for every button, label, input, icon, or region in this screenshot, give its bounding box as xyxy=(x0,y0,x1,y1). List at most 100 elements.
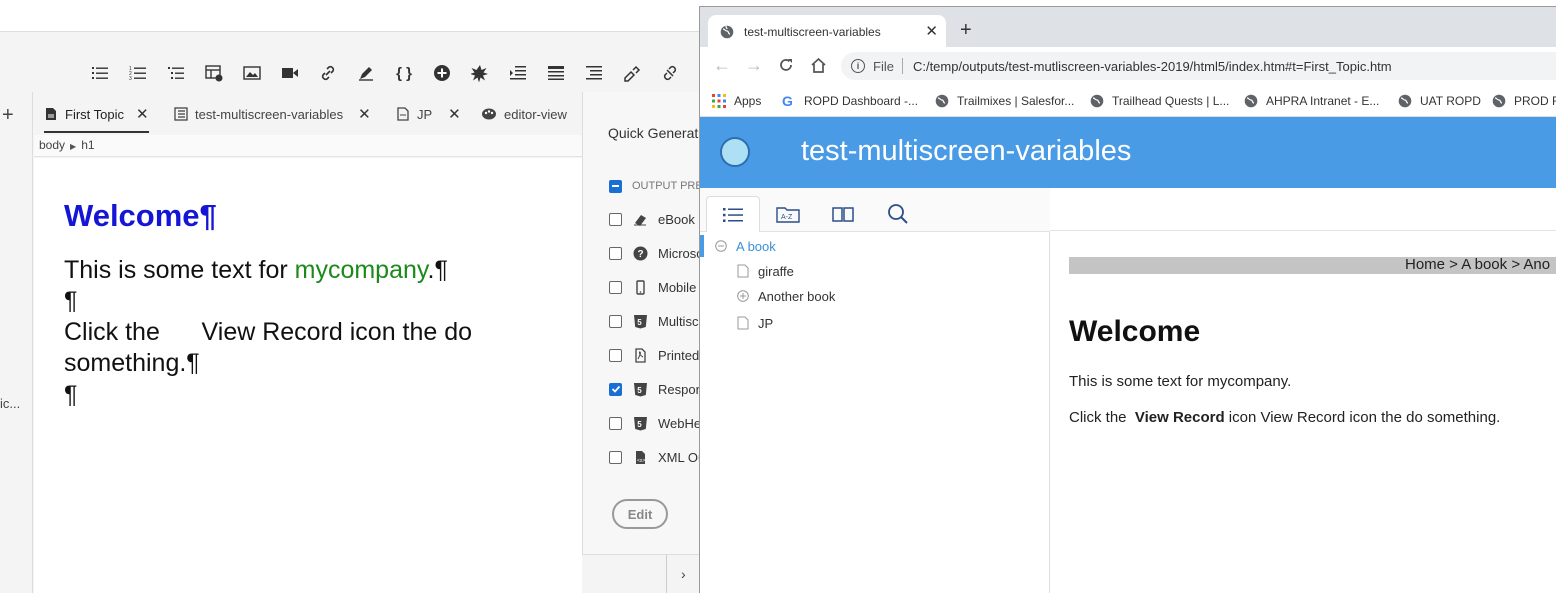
topic-paragraph-1: This is some text for mycompany. xyxy=(1069,373,1292,390)
doc-text: This is some text for xyxy=(64,256,295,284)
checkbox[interactable] xyxy=(609,450,622,464)
option-label: Respon xyxy=(658,381,703,397)
index-az-icon[interactable]: A-Z xyxy=(761,196,815,232)
checkbox[interactable] xyxy=(609,314,622,328)
checkbox[interactable] xyxy=(609,348,622,362)
bookmark-ropd-dashboard[interactable]: G ROPD Dashboard -... xyxy=(782,91,918,111)
close-icon[interactable]: ✕ xyxy=(358,105,371,123)
text-block-icon[interactable] xyxy=(545,62,567,84)
glossary-book-icon[interactable] xyxy=(816,196,870,232)
toc-item-a-book[interactable]: A book xyxy=(714,236,776,256)
select-all-checkbox[interactable] xyxy=(609,179,622,193)
search-icon[interactable] xyxy=(871,196,925,232)
globe-icon xyxy=(720,25,734,38)
new-tab-icon[interactable]: + xyxy=(960,19,972,42)
output-presets-header[interactable]: OUTPUT PRE xyxy=(609,176,703,196)
option-label: Microso xyxy=(658,245,704,261)
braces-icon[interactable]: { } xyxy=(393,62,415,84)
chevron-right-icon: ▶ xyxy=(70,142,77,151)
help-icon: ? xyxy=(632,245,648,261)
bookmark-trailhead-quests[interactable]: Trailhead Quests | L... xyxy=(1090,91,1229,111)
browser-tab[interactable]: test-multiscreen-variables ✕ xyxy=(708,15,946,48)
bookmark-trailmixes[interactable]: Trailmixes | Salesfor... xyxy=(935,91,1074,111)
tab-first-topic[interactable]: First Topic ✕ xyxy=(44,95,149,133)
checkbox-checked[interactable] xyxy=(609,382,622,396)
forward-icon[interactable]: → xyxy=(745,55,763,75)
image-icon[interactable] xyxy=(241,62,263,84)
bookmark-uat-ropd[interactable]: UAT ROPD xyxy=(1398,91,1481,111)
option-responsive[interactable]: 5 Respon xyxy=(609,379,703,399)
breadcrumb-body[interactable]: body xyxy=(39,138,65,152)
browser-tab-title: test-multiscreen-variables xyxy=(744,24,881,39)
nested-list-icon[interactable] xyxy=(165,62,187,84)
option-label: Multisc xyxy=(658,313,699,329)
breadcrumb-h1[interactable]: h1 xyxy=(81,138,94,152)
html5-icon: 5 xyxy=(632,381,648,397)
tab-editor-view[interactable]: editor-view xyxy=(481,95,567,133)
add-circle-icon[interactable] xyxy=(431,62,453,84)
bookmark-label: Apps xyxy=(734,94,762,108)
close-icon[interactable]: ✕ xyxy=(136,105,149,123)
toc-item-jp[interactable]: JP xyxy=(736,313,773,333)
toc-item-another-book[interactable]: Another book xyxy=(736,286,835,306)
doc-text: .¶ xyxy=(427,256,448,284)
home-icon[interactable] xyxy=(809,56,827,74)
svg-text:<x>: <x> xyxy=(637,458,645,464)
star-burst-icon[interactable] xyxy=(469,62,491,84)
address-bar[interactable]: i File C:/temp/outputs/test-mutliscreen-… xyxy=(841,52,1556,80)
collapse-icon[interactable] xyxy=(714,239,728,253)
toc-list-icon[interactable] xyxy=(706,196,760,232)
add-tab-icon[interactable]: + xyxy=(2,104,14,127)
checkbox[interactable] xyxy=(609,280,622,294)
info-icon[interactable]: i xyxy=(851,59,865,73)
close-tab-icon[interactable]: ✕ xyxy=(925,22,938,40)
topic-breadcrumb-bar: Home > A book > Ano xyxy=(1069,257,1556,274)
video-icon[interactable] xyxy=(279,62,301,84)
checkbox[interactable] xyxy=(609,212,622,226)
globe-icon xyxy=(935,94,949,108)
checkbox[interactable] xyxy=(609,416,622,430)
toc-item-giraffe[interactable]: giraffe xyxy=(736,261,794,281)
close-icon[interactable]: ✕ xyxy=(448,105,461,123)
edit-button[interactable]: Edit xyxy=(612,499,668,529)
pencil-icon[interactable] xyxy=(355,62,377,84)
url-scheme: File xyxy=(873,58,894,74)
link-icon[interactable] xyxy=(317,62,339,84)
svg-text:5: 5 xyxy=(637,318,642,327)
option-printed[interactable]: Printed xyxy=(609,345,699,365)
back-icon[interactable]: ← xyxy=(713,55,731,75)
bookmark-apps[interactable]: Apps xyxy=(712,91,761,111)
site-logo[interactable] xyxy=(720,137,750,167)
toc-label: giraffe xyxy=(758,263,794,279)
variable-mycompany[interactable]: mycompany xyxy=(295,256,428,284)
page-icon xyxy=(736,264,750,278)
option-multiscreen[interactable]: 5 Multisc xyxy=(609,311,698,331)
ebook-icon xyxy=(632,211,648,227)
bookmark-ahpra-intranet[interactable]: AHPRA Intranet - E... xyxy=(1244,91,1379,111)
option-webhelp[interactable]: 5 WebHe xyxy=(609,413,701,433)
option-microsoft[interactable]: ? Microso xyxy=(609,243,704,263)
option-mobile[interactable]: Mobile xyxy=(609,277,696,297)
checkbox[interactable] xyxy=(609,246,622,260)
editor-app: 123 { } + ic... First Topic ✕ test-multi… xyxy=(0,0,960,593)
chevron-right-icon[interactable]: › xyxy=(681,566,686,582)
bookmark-prod-ropd[interactable]: PROD R xyxy=(1492,91,1556,111)
unlink-icon[interactable] xyxy=(659,62,681,84)
insert-table-icon[interactable] xyxy=(203,62,225,84)
xml-file-icon: <x> xyxy=(632,449,648,465)
option-ebook[interactable]: eBook xyxy=(609,209,695,229)
editor-document[interactable]: Welcome¶ This is some text for mycompany… xyxy=(34,158,582,593)
option-xml-output[interactable]: <x> XML Ou xyxy=(609,447,705,467)
reload-icon[interactable] xyxy=(777,56,795,74)
bulleted-list-icon[interactable] xyxy=(89,62,111,84)
tab-jp[interactable]: JP ✕ xyxy=(396,95,461,133)
edit-link-icon[interactable] xyxy=(621,62,643,84)
option-label: eBook xyxy=(658,211,695,227)
expand-icon[interactable] xyxy=(736,289,750,303)
indent-list-icon[interactable] xyxy=(507,62,529,84)
align-block-icon[interactable] xyxy=(583,62,605,84)
numbered-list-icon[interactable]: 123 xyxy=(127,62,149,84)
tab-test-multiscreen-variables[interactable]: test-multiscreen-variables ✕ xyxy=(174,95,371,133)
option-label: WebHe xyxy=(658,415,702,431)
topic-breadcrumb[interactable]: Home > A book > Ano xyxy=(1405,257,1550,273)
